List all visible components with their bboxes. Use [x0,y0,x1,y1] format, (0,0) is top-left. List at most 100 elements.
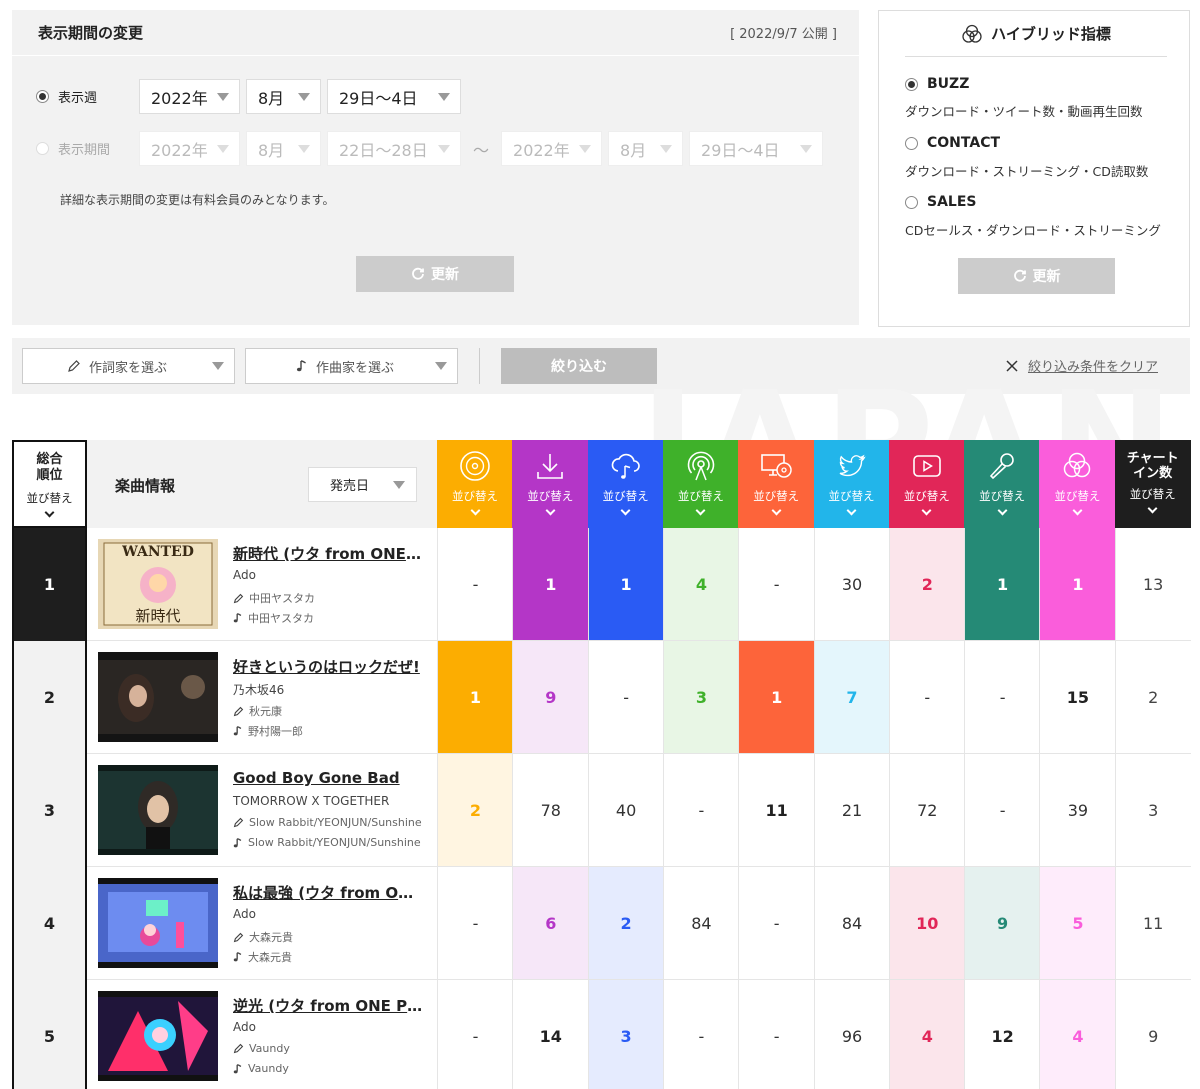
divider [479,348,480,384]
rank-value-cell: 96 [813,980,890,1089]
column-header[interactable]: 並び替え [738,440,815,528]
song-artist: Ado [233,907,256,921]
composer-select[interactable]: 作曲家を選ぶ [245,348,458,384]
range-row: 表示期間 2022年 8月 22日〜28日 〜 2022年 8月 29日〜4日 [36,131,829,166]
rank-value-cell: 7 [813,641,890,754]
song-title-link[interactable]: 私は最強 (ウタ from ONE PIECE FILM RED) [233,882,423,903]
week-month-select[interactable]: 8月 [246,79,321,114]
rank-value-cell: 9 [512,641,589,754]
range-to-month-select[interactable]: 8月 [608,131,684,166]
period-update-button[interactable]: 更新 [356,256,514,292]
period-note: 詳細な表示期間の変更は有料会員のみとなります。 [60,193,335,207]
pen-icon [233,593,244,603]
column-header[interactable]: 並び替え [437,440,513,528]
week-label: 表示週 [58,91,98,106]
rank-value-cell: 1 [1039,528,1116,641]
song-title-link[interactable]: 逆光 (ウタ from ONE PIECE FILM RED) [233,995,423,1016]
contact-radio[interactable] [905,136,918,150]
rank-value-cell: - [662,754,739,867]
song-info-header: 楽曲情報 発売日 [87,440,437,528]
hybrid-option-sales[interactable]: SALES [905,194,977,210]
rank-value-cell: 11 [738,754,815,867]
rank-value-cell: 39 [1039,754,1116,867]
range-to-days-select[interactable]: 29日〜4日 [689,131,824,166]
chevron-down-icon [298,92,310,101]
week-radio[interactable] [36,90,49,103]
range-from-year-select[interactable]: 2022年 [139,131,240,166]
week-days-select[interactable]: 29日〜4日 [327,79,461,114]
range-separator: 〜 [473,140,490,160]
column-header[interactable]: 並び替え [1039,440,1116,528]
rank-number: 5 [12,980,87,1089]
song-title-link[interactable]: Good Boy Gone Bad [233,769,423,787]
hybrid-option-contact[interactable]: CONTACT [905,135,1000,151]
range-from-month-select[interactable]: 8月 [246,131,321,166]
range-to-year-select[interactable]: 2022年 [501,131,603,166]
sales-radio[interactable] [905,195,918,209]
twitter-icon [835,449,869,483]
karaoke-icon [985,449,1019,483]
column-header[interactable]: 並び替え [587,440,664,528]
refresh-icon [412,267,424,280]
song-info: 好きというのはロックだぜ! 乃木坂46 秋元康 野村陽一郎 [87,641,437,754]
song-thumbnail[interactable] [98,652,218,742]
rank-value-cell: 13 [1114,528,1191,641]
song-title-link[interactable]: 新時代 (ウタ from ONE PIECE FILM RED) [233,543,423,564]
rank-value-cell: 30 [813,528,890,641]
column-header[interactable]: 並び替え [813,440,890,528]
rank-value-cell: 9 [964,867,1041,980]
music-note-icon [233,837,242,847]
column-header[interactable]: 並び替え [662,440,739,528]
rank-value-cell: 1 [437,641,513,754]
sort-label: 並び替え [903,489,950,503]
period-panel: 表示期間の変更 [ 2022/9/7 公開 ] 表示週 2022年 8月 29日… [12,10,859,325]
song-thumbnail[interactable] [98,991,218,1081]
song-thumbnail[interactable] [98,765,218,855]
rank-value-cell: 4 [662,528,739,641]
song-thumbnail[interactable]: WANTED 新時代 [98,539,218,629]
composer-credit: Slow Rabbit/YEONJUN/Sunshine [233,836,423,849]
week-year-select[interactable]: 2022年 [139,79,240,114]
rank-value-cell: 84 [662,867,739,980]
song-title-link[interactable]: 好きというのはロックだぜ! [233,656,423,677]
radio-icon [684,449,718,483]
rank-value-cell: 15 [1039,641,1116,754]
chevron-down-icon [393,480,405,489]
svg-text:WANTED: WANTED [121,544,194,560]
song-artist: 乃木坂46 [233,683,285,697]
column-header[interactable]: 並び替え [512,440,589,528]
sort-label: 並び替え [1054,489,1101,503]
song-thumbnail[interactable] [98,878,218,968]
rank-value-cell: - [738,528,815,641]
column-header[interactable]: 並び替え [964,440,1041,528]
composer-credit: 中田ヤスタカ [233,610,423,626]
hybrid-option-buzz[interactable]: BUZZ [905,76,969,92]
rank-value-cell: 3 [662,641,739,754]
sort-label: 並び替え [527,489,574,503]
svg-text:新時代: 新時代 [135,607,180,625]
chevron-down-icon [997,505,1008,516]
column-header[interactable]: 並び替え [888,440,965,528]
chevron-down-icon [846,505,857,516]
rank-value-cell: 21 [813,754,890,867]
lyricist-select[interactable]: 作詞家を選ぶ [22,348,235,384]
rank-value-cell: - [587,641,664,754]
period-header: 表示期間の変更 [ 2022/9/7 公開 ] [12,10,859,56]
range-from-days-select[interactable]: 22日〜28日 [327,131,461,166]
buzz-radio[interactable] [905,77,918,91]
pen-icon [233,932,244,942]
chevron-down-icon [438,144,450,153]
range-radio[interactable] [36,142,49,155]
rank-value-cell: 2 [1114,641,1191,754]
release-date-sort-select[interactable]: 発売日 [308,467,417,502]
column-header[interactable]: チャート イン数 並び替え [1114,440,1191,528]
rank-value-cell: - [964,754,1041,867]
rank-value-cell: 14 [512,980,589,1089]
apply-filter-button[interactable]: 絞り込む [501,348,657,384]
hybrid-update-button[interactable]: 更新 [958,258,1115,294]
rank-value-cell: 2 [587,867,664,980]
chart-table: 総合 順位 並び替え 楽曲情報 発売日 並び替え 並び替え 並び替え 並び替え 並び替え… [12,440,1191,1089]
rank-header[interactable]: 総合 順位 並び替え [12,440,87,528]
pen-icon [68,360,80,372]
rank-value-cell: - [437,528,513,641]
